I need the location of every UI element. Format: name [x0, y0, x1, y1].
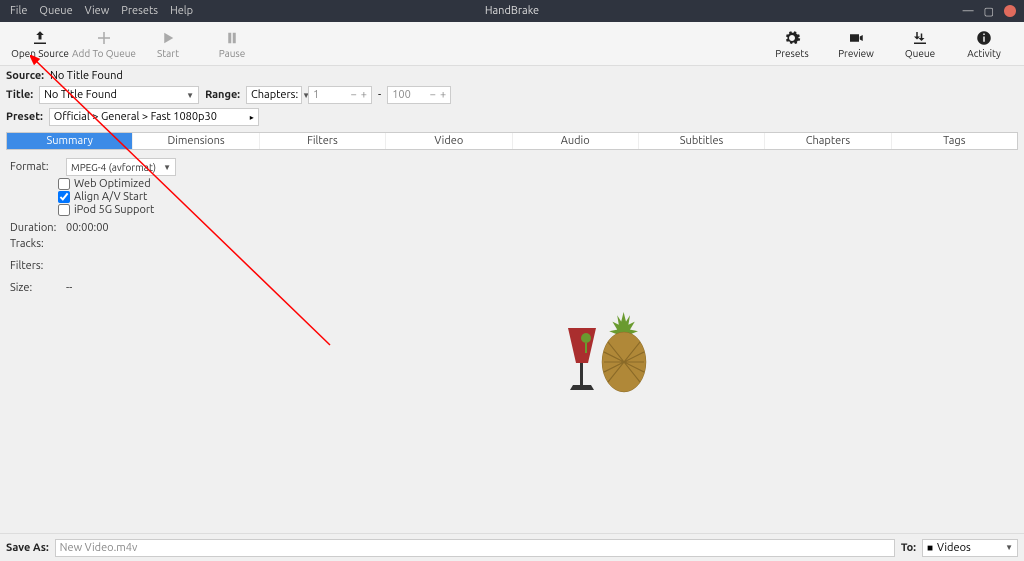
chapter-start-input[interactable]: 1 −+ — [308, 86, 372, 104]
menu-presets[interactable]: Presets — [121, 5, 158, 17]
pause-label: Pause — [219, 48, 246, 59]
chevron-down-icon: ▼ — [163, 163, 171, 172]
ipod-5g-label: iPod 5G Support — [74, 204, 154, 216]
range-value: Chapters: — [251, 89, 298, 101]
add-to-queue-button[interactable]: Add To Queue — [72, 28, 136, 59]
pause-icon — [223, 28, 241, 48]
filters-label: Filters: — [10, 260, 58, 272]
preview-label: Preview — [838, 48, 874, 59]
format-dropdown[interactable]: MPEG-4 (avformat) ▼ — [66, 158, 176, 176]
plus-icon[interactable]: + — [440, 89, 446, 101]
preset-dropdown[interactable]: Official > General > Fast 1080p30 ▸ — [49, 108, 259, 126]
range-label: Range: — [205, 89, 240, 101]
open-source-label: Open Source — [11, 48, 69, 59]
source-value: No Title Found — [50, 70, 123, 82]
open-source-button[interactable]: Open Source — [8, 28, 72, 59]
web-optimized-label: Web Optimized — [74, 178, 151, 190]
menu-view[interactable]: View — [85, 5, 110, 17]
chapter-end-input[interactable]: 100 −+ — [387, 86, 451, 104]
gear-icon — [783, 28, 801, 48]
format-label: Format: — [10, 161, 58, 173]
range-dash: - — [378, 89, 381, 101]
destination-value: Videos — [937, 542, 971, 554]
minimize-icon[interactable]: — — [963, 5, 974, 17]
tracks-label: Tracks: — [10, 238, 58, 250]
ipod-5g-checkbox[interactable]: iPod 5G Support — [58, 204, 1014, 216]
tab-video[interactable]: Video — [386, 133, 512, 149]
pause-button[interactable]: Pause — [200, 28, 264, 59]
size-value: -- — [66, 282, 72, 294]
source-label: Source: — [6, 70, 44, 82]
chevron-right-icon: ▸ — [250, 113, 254, 122]
saveas-filename: New Video.m4v — [60, 542, 138, 554]
camera-icon: ■ — [927, 542, 933, 554]
window-title: HandBrake — [485, 5, 539, 17]
preview-thumbnail — [560, 310, 660, 400]
tab-subtitles[interactable]: Subtitles — [639, 133, 765, 149]
presets-button[interactable]: Presets — [760, 28, 824, 59]
tab-dimensions[interactable]: Dimensions — [133, 133, 259, 149]
start-button[interactable]: Start — [136, 28, 200, 59]
align-av-label: Align A/V Start — [74, 191, 147, 203]
presets-label: Presets — [775, 48, 808, 59]
chapter-start-value: 1 — [313, 89, 319, 101]
minus-icon[interactable]: − — [351, 89, 357, 101]
upload-icon — [31, 28, 49, 48]
preview-button[interactable]: Preview — [824, 28, 888, 59]
tab-audio[interactable]: Audio — [513, 133, 639, 149]
preset-value: Official > General > Fast 1080p30 — [54, 111, 217, 123]
tab-filters[interactable]: Filters — [260, 133, 386, 149]
range-dropdown[interactable]: Chapters: ▼ — [246, 86, 302, 104]
summary-panel: Format: MPEG-4 (avformat) ▼ Web Optimize… — [0, 150, 1024, 302]
close-icon[interactable] — [1004, 5, 1016, 17]
title-label: Title: — [6, 89, 33, 101]
preset-label: Preset: — [6, 111, 43, 123]
chevron-down-icon: ▼ — [186, 91, 194, 100]
saveas-input[interactable]: New Video.m4v — [55, 539, 895, 557]
duration-value: 00:00:00 — [66, 222, 109, 234]
minus-icon[interactable]: − — [430, 89, 436, 101]
destination-dropdown[interactable]: ■ Videos ▼ — [922, 539, 1018, 557]
activity-button[interactable]: Activity — [952, 28, 1016, 59]
download-queue-icon — [911, 28, 929, 48]
title-value: No Title Found — [44, 89, 117, 101]
menu-file[interactable]: File — [10, 5, 27, 17]
info-icon — [975, 28, 993, 48]
maximize-icon[interactable]: ▢ — [984, 5, 994, 18]
titlebar: File Queue View Presets Help HandBrake —… — [0, 0, 1024, 22]
format-value: MPEG-4 (avformat) — [71, 162, 156, 173]
web-optimized-checkbox[interactable]: Web Optimized — [58, 178, 1014, 190]
camera-icon — [847, 28, 865, 48]
plus-icon — [95, 28, 113, 48]
chevron-down-icon: ▼ — [1005, 543, 1013, 552]
tab-tags[interactable]: Tags — [892, 133, 1017, 149]
duration-label: Duration: — [10, 222, 58, 234]
saveas-label: Save As: — [6, 542, 49, 554]
size-label: Size: — [10, 282, 58, 294]
start-label: Start — [157, 48, 179, 59]
add-to-queue-label: Add To Queue — [72, 48, 136, 59]
title-dropdown[interactable]: No Title Found ▼ — [39, 86, 199, 104]
to-label: To: — [901, 542, 916, 554]
queue-label: Queue — [905, 48, 935, 59]
play-icon — [159, 28, 177, 48]
queue-button[interactable]: Queue — [888, 28, 952, 59]
activity-label: Activity — [967, 48, 1001, 59]
save-as-bar: Save As: New Video.m4v To: ■ Videos ▼ — [0, 533, 1024, 561]
main-menu: File Queue View Presets Help — [0, 5, 193, 17]
tab-chapters[interactable]: Chapters — [765, 133, 891, 149]
plus-icon[interactable]: + — [361, 89, 367, 101]
tab-summary[interactable]: Summary — [7, 133, 133, 149]
align-av-checkbox[interactable]: Align A/V Start — [58, 191, 1014, 203]
tab-bar: Summary Dimensions Filters Video Audio S… — [6, 132, 1018, 150]
menu-help[interactable]: Help — [170, 5, 193, 17]
menu-queue[interactable]: Queue — [39, 5, 72, 17]
toolbar: Open Source Add To Queue Start Pause Pre… — [0, 22, 1024, 66]
chapter-end-value: 100 — [392, 89, 411, 101]
